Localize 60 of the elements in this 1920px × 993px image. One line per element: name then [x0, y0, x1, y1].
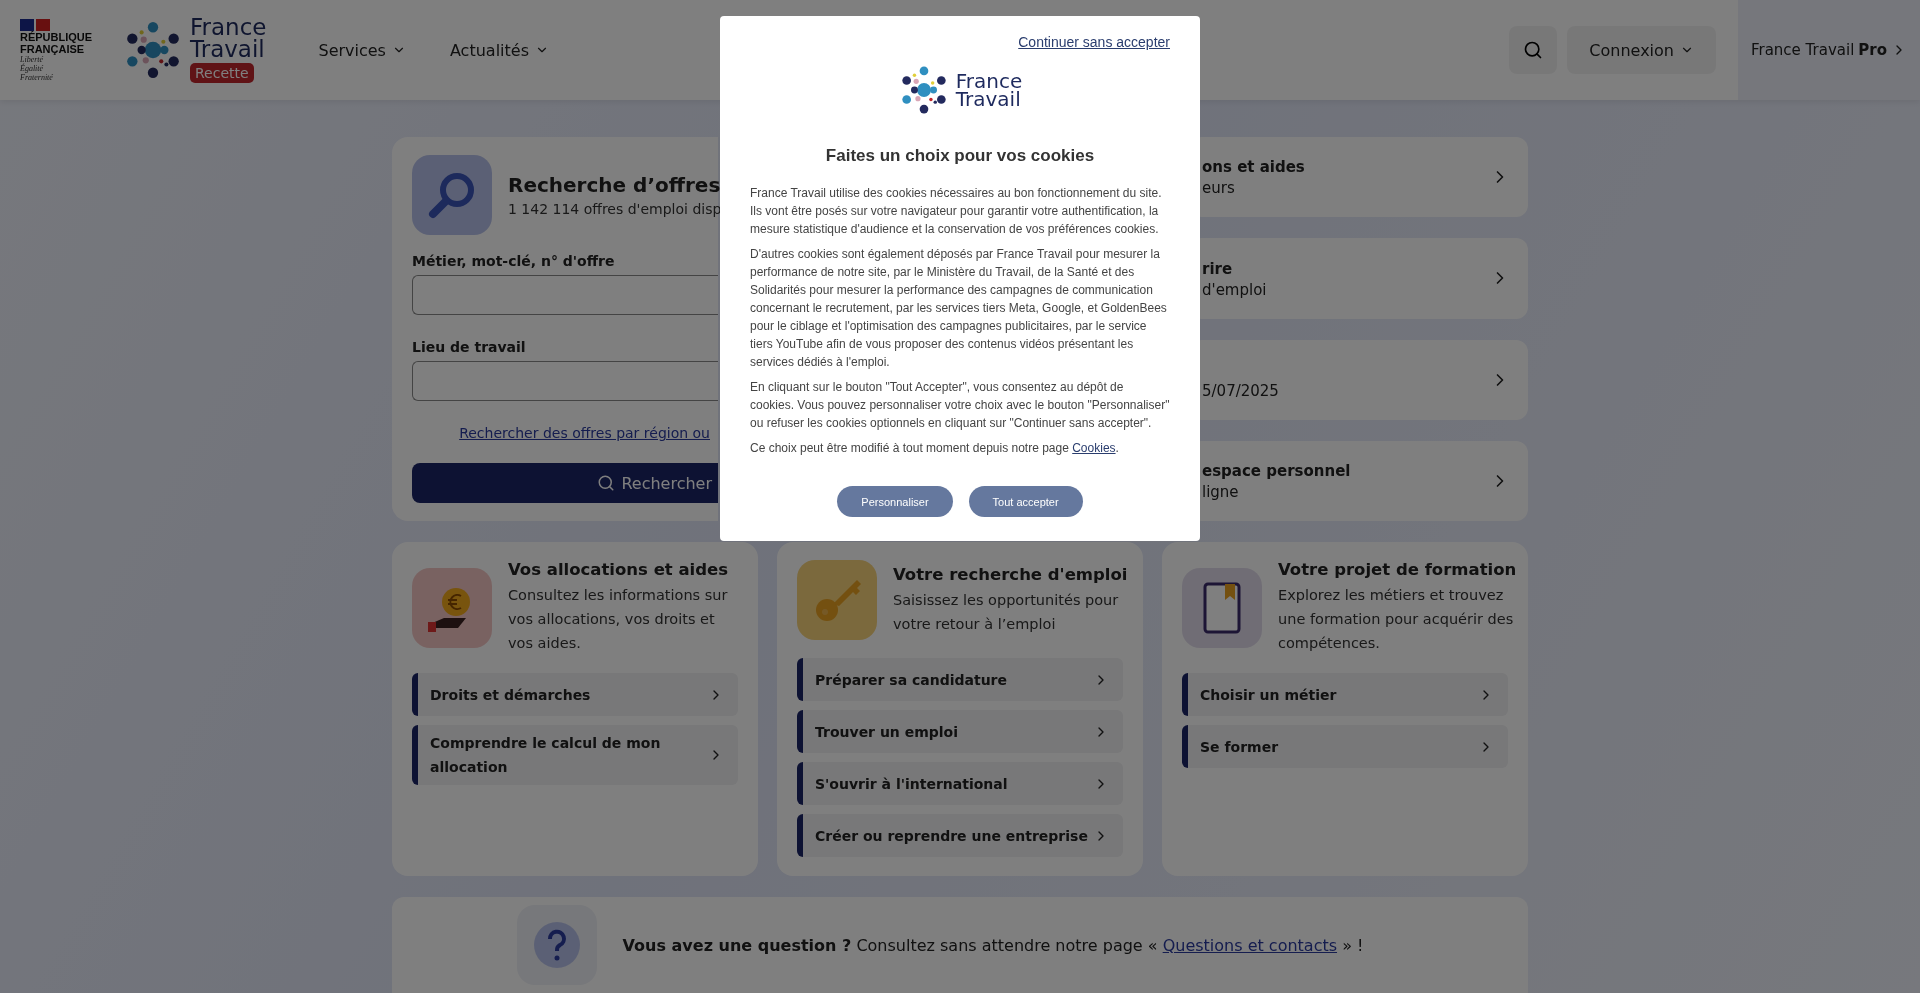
- shortcut-title: espace personnel: [1202, 462, 1352, 480]
- continue-without-accepting-link[interactable]: Continuer sans accepter: [1018, 34, 1170, 50]
- offer-count: 1 142 114 offres d'emploi disp: [508, 201, 722, 217]
- card-description: Explorez les métiers et trouvez une formation pour acquérir des compétences.: [1278, 586, 1515, 653]
- consent-button[interactable]: Tout accepter: [968, 486, 1083, 517]
- dialog-paragraph: France Travail utilise des cookies nécessaires au bon fonctionnement du site. Ils vont être posés sur votre navigateur pour garantir votre authentification, la mesure statistique d'audience et la conservation de vos préférences cookies.: [750, 185, 1163, 238]
- contacts-link[interactable]: Questions et contacts: [1162, 935, 1338, 955]
- dialog-paragraph: Ce choix peut être modifié à tout moment depuis notre page Cookies.: [750, 440, 1120, 457]
- input-field[interactable]: [412, 361, 718, 401]
- card-link[interactable]: Comprendre le calcul de mon allocation: [412, 725, 738, 785]
- brand-name: France: [955, 71, 1023, 90]
- republic-label: FRANÇAISE: [20, 42, 85, 55]
- pro-site-link[interactable]: France Travail Pro: [1738, 0, 1920, 100]
- dialog-paragraph: D'autres cookies sont également déposés par France Travail pour mesurer la performance de notre site, par le Ministère du Travail, de la Santé et des Solidarités pour mesurer la performance des campagnes de communication concernant le recrutement, par les services tiers Meta, Google, et GoldenBees pour le ciblage et l'optimisation des campagnes publicitaires, par le service tiers YouTube afin de vous proposer des contenus vidéos présentant les services dédiés à l'emploi.: [750, 246, 1168, 371]
- dialog-paragraph: En cliquant sur le bouton "Tout Accepter", vous consentez au dépôt de cookies. Vous pouvez personnaliser votre choix avec le bouton "Personnaliser" ou refuser les cookies optionnels en cliquant sur "Continuer sans accepter".: [750, 379, 1170, 432]
- card-title: Votre recherche d'emploi: [893, 564, 1128, 584]
- shortcut-subtitle: ligne: [1202, 483, 1240, 501]
- shortcut-subtitle: d'emploi: [1202, 280, 1268, 299]
- card-link[interactable]: Se former: [1182, 725, 1508, 768]
- card-title: Votre projet de formation: [1278, 560, 1517, 579]
- search-icon: [597, 474, 616, 492]
- brand-name: Travail: [190, 38, 265, 60]
- card-title: Recherche d’offres: [508, 173, 722, 197]
- flag-icon: [20, 18, 50, 31]
- region-search-link[interactable]: Rechercher des offres par région ou: [459, 425, 710, 441]
- dialog-title: Faites un choix pour vos cookies: [825, 146, 1095, 166]
- shortcut-subtitle: 5/07/2025: [1202, 381, 1280, 400]
- question-text: Vous avez une question ? Consultez sans attendre notre page « Questions et contacts » !: [622, 935, 1364, 955]
- consent-button[interactable]: Personnaliser: [837, 486, 953, 517]
- card-description: Consultez les informations sur vos allocations, vos droits et vos aides.: [508, 586, 729, 653]
- input-field[interactable]: [412, 275, 718, 315]
- login-button[interactable]: Connexion: [1567, 26, 1716, 74]
- card-title: Vos allocations et aides: [508, 560, 730, 579]
- question-mark-icon: [532, 921, 581, 969]
- motto-text: Liberté: [20, 54, 44, 64]
- card-link[interactable]: Trouver un emploi: [797, 710, 1123, 753]
- field-label: Lieu de travail: [412, 339, 527, 355]
- shortcut-title: rire: [1202, 259, 1234, 278]
- search-submit-button[interactable]: Rechercher: [412, 463, 718, 503]
- motto-text: Fraternité: [20, 72, 54, 82]
- card-link[interactable]: Créer ou reprendre une entreprise: [797, 814, 1123, 857]
- shortcut-title: ons et aides: [1202, 158, 1306, 177]
- pro-label: Pro: [1858, 41, 1888, 59]
- card-link[interactable]: Préparer sa candidature: [797, 658, 1123, 701]
- shortcut-subtitle: eurs: [1202, 179, 1236, 198]
- card-link[interactable]: Droits et démarches: [412, 673, 738, 716]
- motto-text: Égalité: [20, 63, 44, 73]
- environment-badge: Recette: [190, 62, 254, 83]
- brand-name: France: [190, 17, 267, 39]
- card-link[interactable]: Choisir un métier: [1182, 673, 1508, 716]
- cookies-link[interactable]: Cookies: [1072, 441, 1116, 455]
- search-icon: [1523, 40, 1544, 60]
- republic-label: RÉPUBLIQUE: [20, 30, 90, 43]
- nav-menu-button[interactable]: Actualités: [449, 40, 549, 60]
- card-link[interactable]: S'ouvrir à l'international: [797, 762, 1123, 805]
- search-button[interactable]: [1509, 26, 1558, 74]
- nav-menu-button[interactable]: Services: [318, 40, 406, 60]
- brand-name: Travail: [955, 90, 1021, 109]
- field-label: Métier, mot-clé, n° d'offre: [412, 253, 616, 269]
- card-description: Saisissez les opportunités pour votre retour à l’emploi: [893, 590, 1120, 634]
